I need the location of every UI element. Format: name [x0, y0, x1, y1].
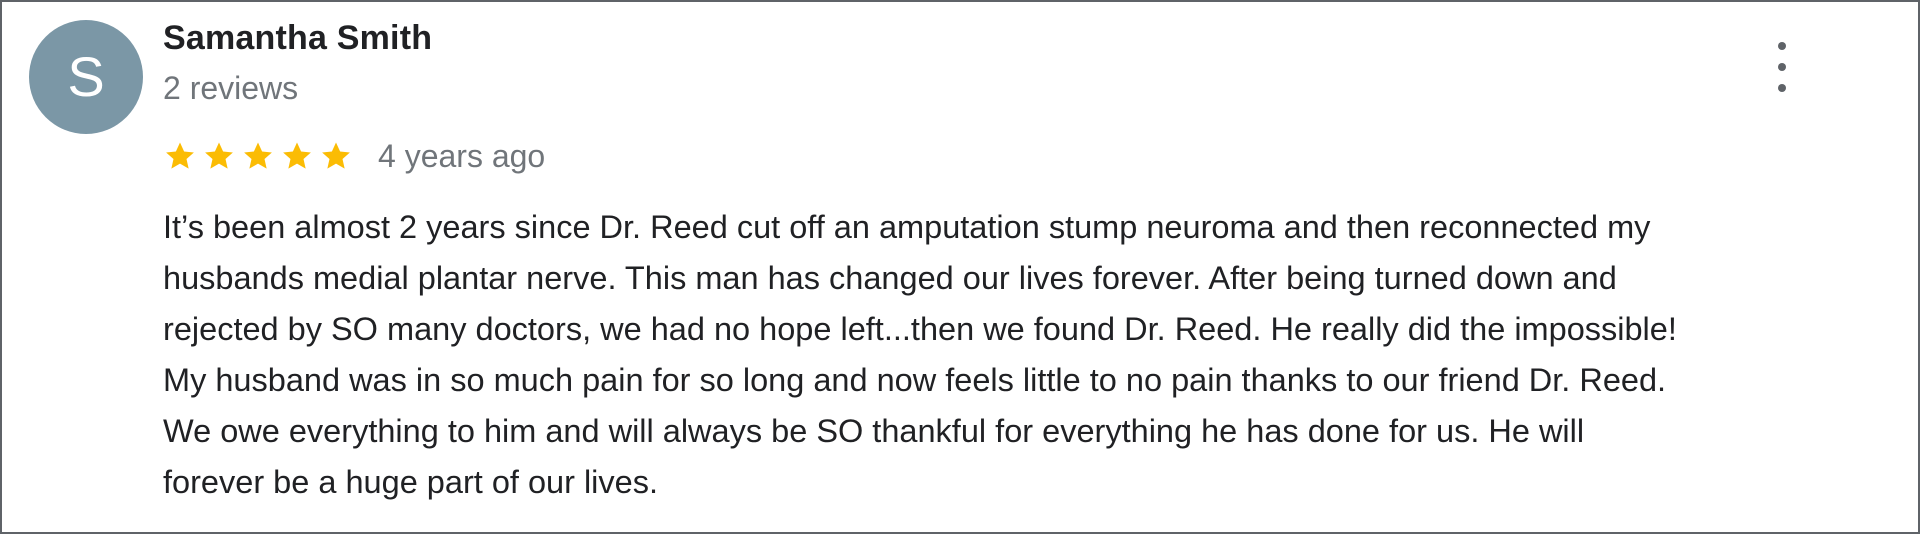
rating-row: 4 years ago	[163, 136, 545, 176]
star-icon	[166, 142, 194, 169]
more-options-button[interactable]	[1762, 42, 1802, 92]
more-vert-icon	[1778, 42, 1786, 50]
review-time: 4 years ago	[378, 137, 546, 174]
avatar[interactable]: S	[29, 20, 143, 134]
star-icon	[244, 142, 272, 169]
review-count[interactable]: 2 reviews	[163, 70, 298, 107]
more-vert-icon-dot	[1778, 63, 1786, 71]
review-text: It’s been almost 2 years since Dr. Reed …	[163, 209, 1677, 500]
review-card: S Samantha Smith 2 reviews 4 years ago I…	[0, 0, 1920, 534]
star-icon	[322, 142, 350, 169]
more-vert-icon-dot	[1778, 84, 1786, 92]
avatar-initial: S	[67, 45, 105, 108]
star-icon	[283, 142, 311, 169]
star-rating	[163, 139, 358, 173]
star-icon	[205, 142, 233, 169]
reviewer-name[interactable]: Samantha Smith	[163, 19, 432, 58]
